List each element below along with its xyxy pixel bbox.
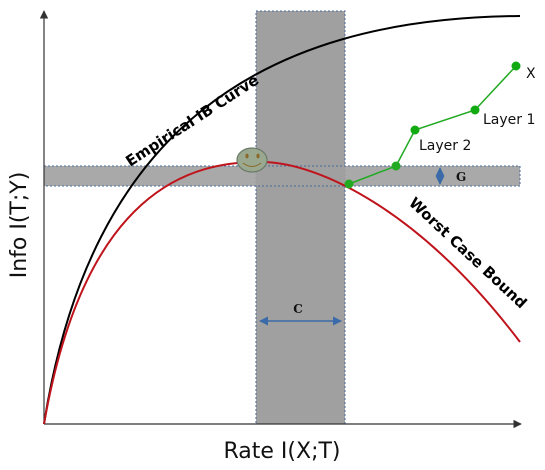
- x-axis-title: Rate I(X;T): [223, 439, 340, 464]
- horizontal-band: [43, 165, 521, 187]
- ib-diagram: C G Empirical IB Curve Worst Case Bound …: [0, 0, 545, 470]
- layer-point-2: [391, 161, 401, 171]
- layer-point-layer2: [410, 125, 420, 135]
- g-label: G: [456, 170, 466, 184]
- layer-point-x: [511, 61, 521, 71]
- layer1-label: Layer 1: [483, 112, 535, 128]
- c-label: C: [293, 302, 303, 316]
- y-axis-title: Info I(T;Y): [7, 172, 32, 279]
- smiley-face-icon: [236, 147, 268, 173]
- worst-case-label: Worst Case Bound: [405, 194, 530, 312]
- diagram-canvas: C G Empirical IB Curve Worst Case Bound …: [7, 10, 536, 464]
- vertical-band: [255, 10, 346, 425]
- x-point-label: X: [526, 66, 536, 82]
- layer-point-start: [344, 179, 354, 189]
- layer-point-layer1: [470, 105, 480, 115]
- layer2-label: Layer 2: [419, 138, 471, 154]
